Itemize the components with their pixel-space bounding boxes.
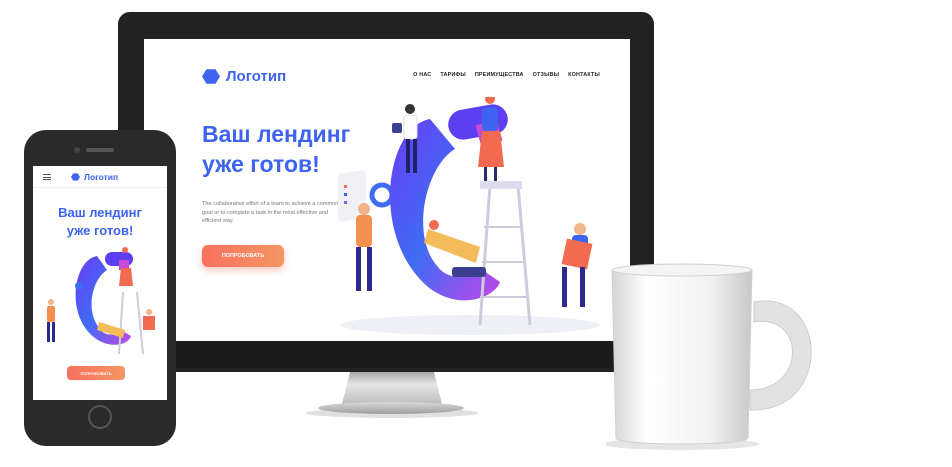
mobile-team-illustration — [47, 247, 155, 355]
mobile-logo[interactable]: Логотип — [71, 172, 118, 182]
mobile-topbar: Логотип — [33, 166, 167, 188]
mobile-headline-line2: уже готов! — [66, 222, 134, 238]
logo-text: Логотип — [226, 68, 287, 85]
home-button — [88, 405, 112, 429]
desktop-screen: Логотип О НАС ТАРИФЫ ПРЕИМУЩЕСТВА ОТЗЫВЫ… — [144, 39, 630, 341]
phone-camera — [74, 147, 80, 153]
hero-headline-line2: уже готов! — [202, 150, 320, 177]
try-button[interactable]: ПОПРОБОВАТЬ — [202, 245, 284, 267]
hero-headline-line1: Ваш лендинг — [202, 121, 351, 147]
desktop-logo[interactable]: Логотип — [202, 68, 286, 85]
monitor-stand-base — [318, 402, 464, 414]
monitor-stand — [342, 372, 442, 404]
mobile-headline-line1: Ваш лендинг — [58, 205, 142, 220]
team-illustration — [338, 97, 600, 335]
nav-pricing[interactable]: ТАРИФЫ — [440, 72, 465, 78]
desktop-monitor: Логотип О НАС ТАРИФЫ ПРЕИМУЩЕСТВА ОТЗЫВЫ… — [118, 12, 654, 372]
desktop-nav: О НАС ТАРИФЫ ПРЕИМУЩЕСТВА ОТЗЫВЫ КОНТАКТ… — [413, 72, 600, 78]
phone-speaker — [86, 148, 114, 152]
mobile-phone: Логотип Ваш лендинг уже готов! ПОПРОБОВА… — [24, 130, 176, 446]
logo-hexagon-icon — [71, 173, 80, 181]
hamburger-icon[interactable] — [43, 174, 51, 180]
nav-advantages[interactable]: ПРЕИМУЩЕСТВА — [475, 72, 524, 78]
mobile-screen: Логотип Ваш лендинг уже готов! ПОПРОБОВА… — [33, 166, 167, 400]
nav-reviews[interactable]: ОТЗЫВЫ — [533, 72, 560, 78]
mobile-hero-headline: Ваш лендинг уже готов! — [33, 204, 167, 239]
logo-text: Логотип — [84, 172, 119, 182]
nav-contacts[interactable]: КОНТАКТЫ — [568, 72, 600, 78]
white-mug — [606, 263, 812, 450]
nav-about[interactable]: О НАС — [413, 72, 431, 78]
logo-hexagon-icon — [202, 69, 220, 84]
hero-description: The collaborative effort of a team to ac… — [202, 201, 339, 225]
mobile-try-button[interactable]: ПОПРОБОВАТЬ — [67, 366, 125, 380]
monitor-bezel-bottom — [144, 341, 630, 368]
